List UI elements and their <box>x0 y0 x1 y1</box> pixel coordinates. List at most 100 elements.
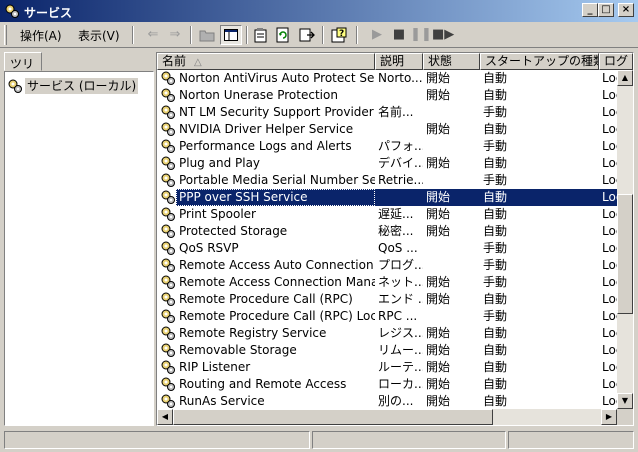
toolbar: 操作(A) 表示(V) ⇐ ⇒ ? ▶ ■ ❚❚ ■▶ <box>0 22 638 48</box>
service-row[interactable]: Remote Access Auto Connection M...プログ...… <box>157 257 617 274</box>
service-gear-icon <box>161 105 175 119</box>
service-name: Norton AntiVirus Auto Protect Servi... <box>179 71 375 85</box>
service-state: 開始 <box>426 156 451 170</box>
tree-pane[interactable]: サービス (ローカル) <box>4 71 154 426</box>
properties-icon[interactable] <box>250 25 272 45</box>
service-row[interactable]: Routing and Remote Access ローカ...開始 自動 Loc <box>157 376 617 393</box>
menu-view[interactable]: 表示(V) <box>78 27 120 44</box>
service-name: Portable Media Serial Number Servi... <box>179 173 375 187</box>
service-gear-icon <box>161 292 175 306</box>
service-gear-icon <box>161 377 175 391</box>
column-header-state[interactable]: 状態 <box>423 53 480 70</box>
service-row[interactable]: Norton AntiVirus Auto Protect Servi...No… <box>157 70 617 87</box>
services-list[interactable]: 名前 △ 説明 状態 スタートアップの種類 ログ Norton AntiVirus… <box>156 52 634 426</box>
service-row[interactable]: Print Spooler 遅延... 開始 自動 Loc <box>157 206 617 223</box>
service-row[interactable]: Performance Logs and Alerts パフォ... 手動 Loc <box>157 138 617 155</box>
services-gear-icon <box>8 79 22 93</box>
service-gear-icon <box>161 173 175 187</box>
service-description: ネット... <box>378 275 423 289</box>
folder-up-icon[interactable] <box>196 25 218 45</box>
service-startup-type: 自動 <box>483 156 508 170</box>
service-row[interactable]: Removable Storage リムー...開始 自動 Loc <box>157 342 617 359</box>
scroll-up-button[interactable]: ▲ <box>617 70 633 86</box>
export-list-icon[interactable] <box>296 25 318 45</box>
service-row[interactable]: PPP over SSH Service 開始自動Loc <box>157 189 617 206</box>
service-state <box>423 308 480 325</box>
help-icon[interactable]: ? <box>328 25 350 45</box>
service-name: RunAs Service <box>179 394 265 408</box>
service-description <box>375 121 423 138</box>
service-startup-type: 自動 <box>483 88 508 102</box>
service-row[interactable]: NT LM Security Support Provider 名前... 手動 Lo… <box>157 104 617 121</box>
service-gear-icon <box>161 190 175 204</box>
vertical-scrollbar[interactable]: ▲ ▼ <box>617 70 633 409</box>
service-row[interactable]: Norton Unerase Protection 開始 自動 Loc <box>157 87 617 104</box>
scroll-right-button[interactable]: ▶ <box>601 409 617 425</box>
refresh-icon[interactable] <box>272 25 294 45</box>
service-startup-type: 自動 <box>483 360 508 374</box>
service-row[interactable]: QoS RSVP QoS ... 手動 Loc <box>157 240 617 257</box>
service-gear-icon <box>161 88 175 102</box>
toolbar-separator <box>190 26 192 44</box>
maximize-button[interactable]: □ <box>598 3 614 17</box>
service-logon: Loc <box>602 173 617 187</box>
scroll-left-button[interactable]: ◀ <box>157 409 173 425</box>
service-row[interactable]: Remote Access Connection Managerネット...開始… <box>157 274 617 291</box>
service-state: 開始 <box>426 292 451 306</box>
service-gear-icon <box>161 309 175 323</box>
service-description: エンド ... <box>378 292 423 306</box>
service-gear-icon <box>161 71 175 85</box>
service-logon: Loc <box>602 309 617 323</box>
service-gear-icon <box>161 258 175 272</box>
service-row[interactable]: Remote Procedure Call (RPC) エンド ...開始 自動 Lo… <box>157 291 617 308</box>
stop-service-icon[interactable]: ■ <box>388 25 410 45</box>
service-logon: Loc <box>602 207 617 221</box>
back-arrow-icon[interactable]: ⇐ <box>142 25 164 45</box>
service-description: 別の... <box>378 394 414 408</box>
tree-node-label: サービス (ローカル) <box>25 78 139 94</box>
service-row[interactable]: Protected Storage 秘密... 開始 自動 Loc <box>157 223 617 240</box>
service-startup-type: 手動 <box>483 139 508 153</box>
service-logon: Loc <box>602 88 617 102</box>
horizontal-scroll-thumb[interactable] <box>173 409 493 425</box>
scroll-down-button[interactable]: ▼ <box>617 393 633 409</box>
service-row[interactable]: Plug and Play デバイ...開始 自動 Loc <box>157 155 617 172</box>
show-hide-tree-icon[interactable] <box>220 25 242 45</box>
service-logon: Loc <box>602 156 617 170</box>
column-header-description[interactable]: 説明 <box>375 53 423 70</box>
service-startup-type: 自動 <box>483 71 508 85</box>
title-bar[interactable]: サービス _ □ × <box>0 0 638 22</box>
close-button[interactable]: × <box>618 3 634 17</box>
service-row[interactable]: NVIDIA Driver Helper Service 開始 自動 Loc <box>157 121 617 138</box>
service-state: 開始 <box>426 377 451 391</box>
service-row[interactable]: Portable Media Serial Number Servi...Ret… <box>157 172 617 189</box>
restart-service-icon[interactable]: ■▶ <box>432 25 454 45</box>
pause-service-icon[interactable]: ❚❚ <box>410 25 432 45</box>
start-service-icon[interactable]: ▶ <box>366 25 388 45</box>
service-startup-type: 自動 <box>483 343 508 357</box>
column-header-name[interactable]: 名前 △ <box>157 53 375 70</box>
service-name: PPP over SSH Service <box>176 189 375 206</box>
toolbar-separator <box>322 26 324 44</box>
toolbar-grip[interactable] <box>4 25 7 45</box>
service-description <box>375 87 423 104</box>
service-row[interactable]: RIP Listener ルーテ...開始 自動 Loc <box>157 359 617 376</box>
service-description: Norto... <box>378 71 423 85</box>
vertical-scroll-thumb[interactable] <box>617 194 633 314</box>
forward-arrow-icon[interactable]: ⇒ <box>164 25 186 45</box>
minimize-button[interactable]: _ <box>582 3 598 17</box>
service-description: 秘密... <box>378 224 414 238</box>
service-logon: Loc <box>602 224 617 238</box>
menu-action[interactable]: 操作(A) <box>20 27 62 44</box>
column-header-startup-type[interactable]: スタートアップの種類 <box>480 53 599 70</box>
column-header-logon[interactable]: ログ <box>599 53 633 70</box>
service-gear-icon <box>161 156 175 170</box>
tab-tree[interactable]: ツリー <box>4 52 42 88</box>
service-name: Remote Registry Service <box>179 326 327 340</box>
service-row[interactable]: RunAs Service 別の... 開始 自動 Loc <box>157 393 617 410</box>
horizontal-scrollbar[interactable]: ◀ ▶ <box>157 409 617 425</box>
service-row[interactable]: Remote Procedure Call (RPC) Locat...RPC … <box>157 308 617 325</box>
service-row[interactable]: Remote Registry Service レジス...開始 自動 Loc <box>157 325 617 342</box>
service-startup-type: 手動 <box>483 258 508 272</box>
service-gear-icon <box>161 394 175 408</box>
